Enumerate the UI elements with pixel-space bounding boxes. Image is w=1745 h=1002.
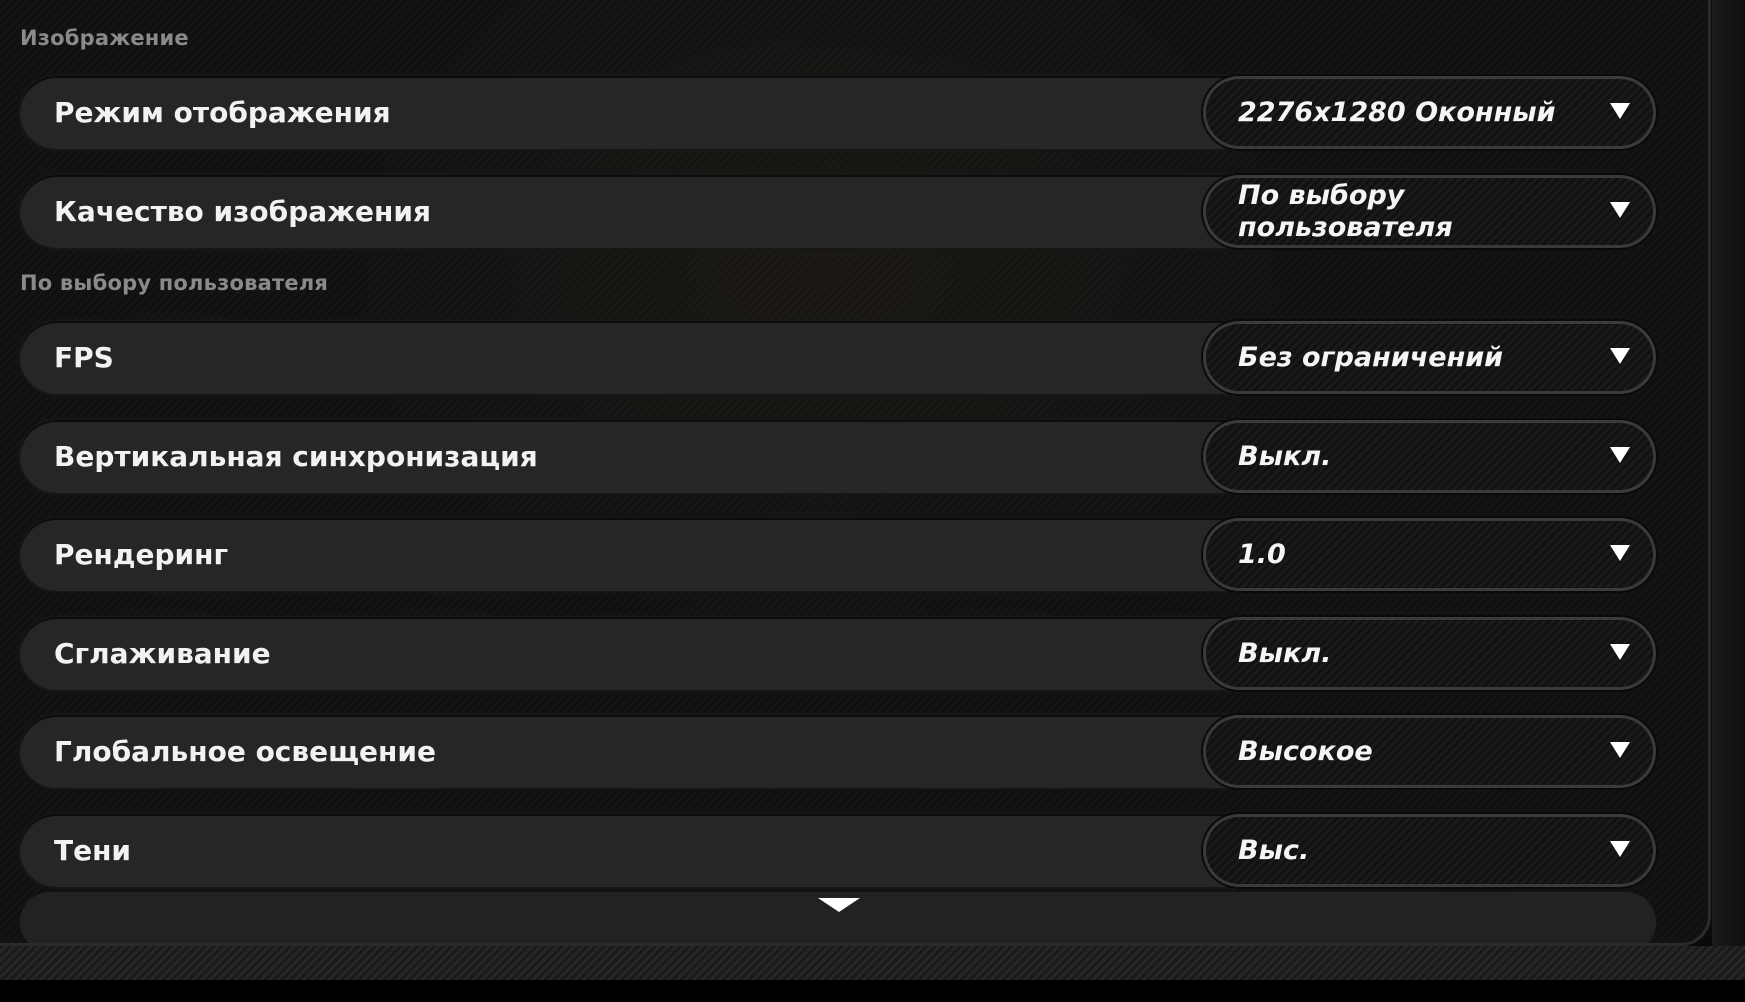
chevron-down-icon xyxy=(1610,841,1630,857)
fps-select[interactable]: Без ограничений xyxy=(1203,321,1656,394)
bottom-bar xyxy=(0,946,1745,980)
setting-label: Тени xyxy=(54,834,132,867)
select-value: 2276x1280 Оконный xyxy=(1238,96,1556,128)
setting-row-display-mode: Режим отображения 2276x1280 Оконный xyxy=(20,76,1656,149)
graphics-settings-panel: Изображение Режим отображения 2276x1280 … xyxy=(0,0,1711,946)
select-value: Без ограничений xyxy=(1238,341,1504,373)
settings-screen: Изображение Режим отображения 2276x1280 … xyxy=(0,0,1745,1002)
setting-label: Глобальное освещение xyxy=(54,735,437,768)
chevron-down-icon xyxy=(1610,742,1630,758)
setting-row-global-illumination: Глобальное освещение Высокое xyxy=(20,715,1656,788)
setting-row-antialiasing: Сглаживание Выкл. xyxy=(20,617,1656,690)
setting-label: Качество изображения xyxy=(54,195,431,228)
chevron-down-icon xyxy=(1610,103,1630,119)
setting-label: Рендеринг xyxy=(54,538,229,571)
vsync-select[interactable]: Выкл. xyxy=(1203,420,1656,493)
chevron-down-icon xyxy=(1610,202,1630,218)
setting-row-fps: FPS Без ограничений xyxy=(20,321,1656,394)
chevron-down-icon xyxy=(1610,644,1630,660)
section-label-image: Изображение xyxy=(20,26,189,50)
shadows-select[interactable]: Выс. xyxy=(1203,814,1656,887)
display-mode-select[interactable]: 2276x1280 Оконный xyxy=(1203,76,1656,149)
select-value: Выс. xyxy=(1238,834,1310,866)
setting-label: Режим отображения xyxy=(54,96,391,129)
chevron-down-icon xyxy=(1610,447,1630,463)
setting-row-shadows: Тени Выс. xyxy=(20,814,1656,887)
chevron-down-icon xyxy=(1610,545,1630,561)
global-illumination-select[interactable]: Высокое xyxy=(1203,715,1656,788)
section-label-custom: По выбору пользователя xyxy=(20,271,329,295)
setting-label: FPS xyxy=(54,341,114,374)
setting-label: Сглаживание xyxy=(54,637,271,670)
image-quality-select[interactable]: По выбору пользователя xyxy=(1203,175,1656,248)
antialiasing-select[interactable]: Выкл. xyxy=(1203,617,1656,690)
side-strip xyxy=(1712,0,1745,946)
select-value: Выкл. xyxy=(1238,440,1332,472)
rendering-select[interactable]: 1.0 xyxy=(1203,518,1656,591)
select-value: Выкл. xyxy=(1238,637,1332,669)
setting-label: Вертикальная синхронизация xyxy=(54,440,538,473)
select-value: По выбору пользователя xyxy=(1238,179,1453,243)
scroll-down-indicator-icon[interactable] xyxy=(818,898,860,912)
select-value: 1.0 xyxy=(1238,538,1286,570)
setting-row-image-quality: Качество изображения По выбору пользоват… xyxy=(20,175,1656,248)
bottom-edge xyxy=(0,980,1745,1002)
setting-row-vsync: Вертикальная синхронизация Выкл. xyxy=(20,420,1656,493)
select-value: Высокое xyxy=(1238,735,1373,767)
chevron-down-icon xyxy=(1610,348,1630,364)
setting-row-rendering: Рендеринг 1.0 xyxy=(20,518,1656,591)
